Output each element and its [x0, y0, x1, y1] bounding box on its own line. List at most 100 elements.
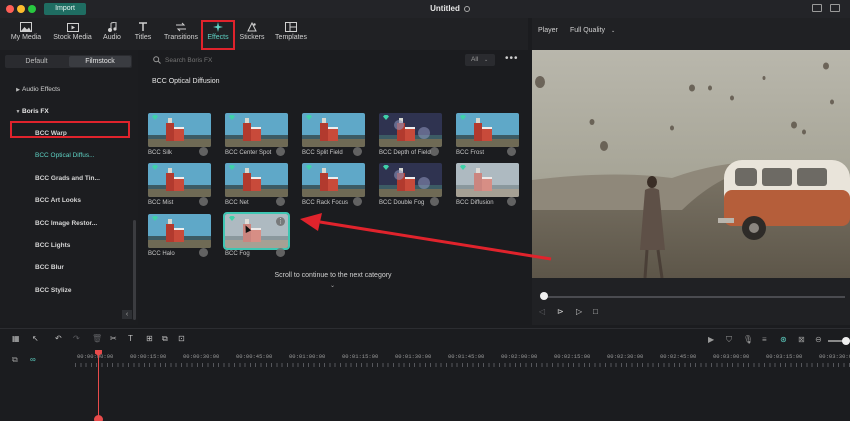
- ruler-tick-label: 00:01:15:00: [342, 353, 379, 360]
- previous-frame-icon[interactable]: ◁: [539, 307, 545, 316]
- effect-card[interactable]: BCC Frost: [456, 113, 519, 159]
- download-icon[interactable]: [507, 197, 516, 206]
- effect-card[interactable]: BCC Double Fog: [379, 163, 442, 209]
- ruler-tick-label: 00:03:30:00: [819, 353, 850, 360]
- zoom-slider-handle[interactable]: [842, 337, 850, 345]
- premium-gem-icon: [152, 165, 158, 170]
- fullscreen-icon[interactable]: [830, 4, 840, 12]
- tab-stock-media[interactable]: Stock Media: [49, 20, 96, 48]
- tab-my-media[interactable]: My Media: [6, 20, 46, 48]
- tab-stickers[interactable]: Stickers: [237, 20, 267, 48]
- more-options-button[interactable]: •••: [505, 53, 519, 64]
- effects-sidebar: Default Filmstock ▶ Audio Effects ▼ Boris …: [0, 50, 138, 325]
- sidebar-item-bcc-lights[interactable]: BCC Lights: [35, 240, 70, 252]
- download-icon[interactable]: [199, 197, 208, 206]
- add-icon[interactable]: [276, 248, 285, 257]
- layout-icon[interactable]: [812, 4, 822, 12]
- play-icon[interactable]: ▷: [576, 307, 582, 316]
- highlight-box-boris-fx: [10, 121, 130, 138]
- tab-templates[interactable]: Templates: [272, 20, 310, 48]
- segment-filmstock[interactable]: Filmstock: [69, 56, 131, 67]
- premium-gem-icon: [306, 115, 312, 120]
- seek-handle[interactable]: [540, 292, 548, 300]
- sidebar-item-bcc-grads-and-tints[interactable]: BCC Grads and Tin...: [35, 173, 100, 185]
- download-icon[interactable]: [507, 147, 516, 156]
- sidebar-item-bcc-blur[interactable]: BCC Blur: [35, 262, 64, 274]
- microphone-icon[interactable]: 🎙: [743, 335, 753, 344]
- tab-transitions[interactable]: Transitions: [160, 20, 202, 48]
- effect-label: BCC Frost: [456, 150, 485, 156]
- select-tool-icon[interactable]: ↖: [32, 334, 39, 343]
- effect-card[interactable]: BCC Halo: [148, 214, 211, 260]
- effect-card[interactable]: BCC Depth of Field: [379, 113, 442, 159]
- effect-card[interactable]: BCC Center Spot: [225, 113, 288, 159]
- tab-titles[interactable]: Titles: [130, 20, 156, 48]
- playhead[interactable]: [98, 351, 99, 421]
- effect-card[interactable]: ⋮ BCC Fog: [223, 212, 290, 260]
- sidebar-item-bcc-image-restoration[interactable]: BCC Image Restor...: [35, 218, 97, 230]
- step-back-icon[interactable]: ⊳: [557, 307, 564, 316]
- more-icon[interactable]: ⋮: [276, 217, 285, 226]
- sidebar-item-bcc-optical-diffusion[interactable]: BCC Optical Diffus...: [35, 150, 94, 162]
- effect-card[interactable]: BCC Diffusion: [456, 163, 519, 209]
- ruler-tick-label: 00:02:15:00: [554, 353, 591, 360]
- audio-mix-icon[interactable]: ≡: [762, 335, 767, 344]
- premium-gem-icon: [152, 115, 158, 120]
- zoom-out-icon[interactable]: ⊖: [815, 335, 822, 344]
- import-button[interactable]: Import: [44, 3, 86, 15]
- effect-card[interactable]: BCC Net: [225, 163, 288, 209]
- download-icon[interactable]: [353, 147, 362, 156]
- sidebar-group-boris-fx[interactable]: ▼ Boris FX: [0, 105, 132, 119]
- project-title: Untitled: [430, 4, 460, 13]
- undo-icon[interactable]: ↶: [55, 334, 62, 343]
- download-icon[interactable]: [276, 147, 285, 156]
- chevron-right-icon: ▶: [16, 87, 20, 93]
- player-panel: Player Full Quality ⌄ ◁ ⊳ ▷ □: [532, 18, 850, 325]
- search-icon: [153, 56, 161, 66]
- download-icon[interactable]: [276, 197, 285, 206]
- scissors-icon[interactable]: ✂: [110, 334, 117, 343]
- effect-label: BCC Split Field: [302, 150, 343, 156]
- redo-icon[interactable]: ↷: [73, 334, 80, 343]
- close-window-button[interactable]: [6, 5, 14, 13]
- tab-audio[interactable]: Audio: [99, 20, 125, 48]
- render-icon[interactable]: ▶: [708, 335, 714, 344]
- stop-icon[interactable]: □: [593, 307, 598, 316]
- ruler-tick-label: 00:03:15:00: [766, 353, 803, 360]
- chevron-down-icon: ⌄: [611, 28, 616, 34]
- ai-icon[interactable]: ⊛: [780, 335, 787, 344]
- seek-bar[interactable]: [543, 296, 845, 298]
- effect-card[interactable]: BCC Mist: [148, 163, 211, 209]
- segment-default[interactable]: Default: [5, 55, 68, 68]
- effect-card[interactable]: BCC Split Field: [302, 113, 365, 159]
- export-frame-icon[interactable]: ⊠: [798, 335, 805, 344]
- minimize-window-button[interactable]: [17, 5, 25, 13]
- shield-icon[interactable]: ⛉: [726, 335, 732, 345]
- download-icon[interactable]: [199, 147, 208, 156]
- collapse-sidebar-button[interactable]: ‹: [122, 310, 132, 319]
- search-input[interactable]: [165, 55, 285, 65]
- effect-card[interactable]: BCC Silk: [148, 113, 211, 159]
- sidebar-group-audio-effects[interactable]: ▶ Audio Effects: [0, 83, 132, 97]
- sidebar-item-bcc-art-looks[interactable]: BCC Art Looks: [35, 195, 81, 207]
- download-icon[interactable]: [353, 197, 362, 206]
- filter-dropdown[interactable]: All ⌄: [465, 54, 495, 66]
- timeline-ruler[interactable]: 00:00:00:00 00:00:15:00 00:00:30:00 00:00:4…: [0, 349, 850, 367]
- tab-label: Audio: [103, 34, 121, 41]
- detach-icon[interactable]: ⧉: [162, 334, 168, 344]
- download-icon[interactable]: [430, 197, 439, 206]
- group-icon[interactable]: ⊡: [178, 334, 185, 343]
- sidebar-scrollbar[interactable]: [133, 220, 136, 320]
- ruler-tick-label: 00:00:30:00: [183, 353, 220, 360]
- download-icon[interactable]: [430, 147, 439, 156]
- layout-grid-icon[interactable]: ▦: [12, 334, 20, 343]
- delete-icon[interactable]: 🗑: [92, 334, 102, 343]
- crop-icon[interactable]: ⊞: [146, 334, 153, 343]
- text-icon[interactable]: T: [128, 334, 133, 343]
- playhead-marker[interactable]: [94, 415, 103, 421]
- sidebar-item-bcc-stylize[interactable]: BCC Stylize: [35, 285, 71, 297]
- download-icon[interactable]: [199, 248, 208, 257]
- maximize-window-button[interactable]: [28, 5, 36, 13]
- quality-dropdown[interactable]: Full Quality ⌄: [570, 27, 615, 34]
- effect-card[interactable]: BCC Rack Focus: [302, 163, 365, 209]
